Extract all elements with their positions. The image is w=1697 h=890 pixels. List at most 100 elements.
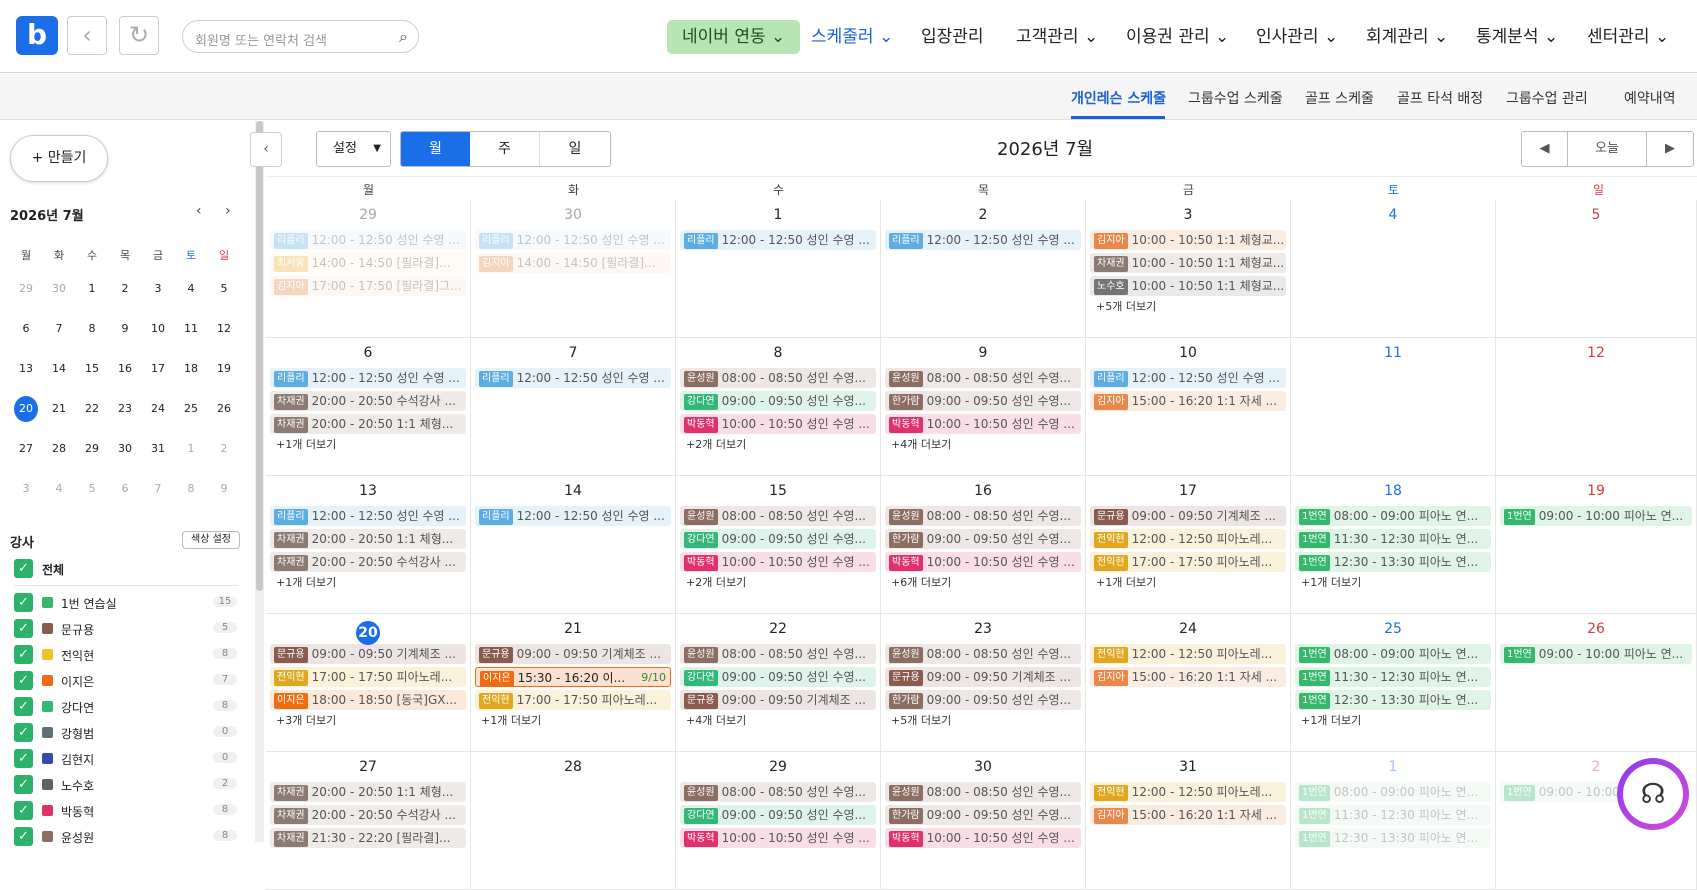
schedule-event[interactable]: 차재권 20:00 - 20:50 1:1 체형...: [270, 782, 466, 802]
mini-day[interactable]: 29: [80, 442, 104, 455]
mini-day[interactable]: 26: [212, 402, 236, 415]
schedule-event[interactable]: 한가람 09:00 - 09:50 성인 수영...: [885, 391, 1081, 411]
help-chat-button[interactable]: ☊: [1617, 758, 1689, 830]
day-cell[interactable]: 15 윤성원 08:00 - 08:50 성인 수영... 강다연 09:00 - 09…: [676, 476, 881, 614]
schedule-event[interactable]: 노수호 10:00 - 10:50 1:1 체형교...: [1090, 276, 1286, 296]
schedule-event[interactable]: 박동혁 10:00 - 10:50 성인 수영 ...: [680, 828, 876, 848]
schedule-event[interactable]: 리플리 12:00 - 12:50 성인 수영 ...: [475, 230, 671, 250]
more-events-link[interactable]: +1개 더보기: [1096, 574, 1156, 590]
more-events-link[interactable]: +5개 더보기: [891, 712, 951, 728]
schedule-event[interactable]: 박동혁 10:00 - 10:50 성인 수영 ...: [680, 414, 876, 434]
day-cell[interactable]: 27 차재권 20:00 - 20:50 1:1 체형... 차재권 20:00 - 2…: [266, 752, 471, 890]
schedule-event[interactable]: 박동혁 10:00 - 10:50 성인 수영 ...: [885, 414, 1081, 434]
mini-day[interactable]: 5: [212, 282, 236, 295]
schedule-event[interactable]: 1번연 12:30 - 13:30 피아노 연...: [1295, 690, 1491, 710]
top-menu-2[interactable]: 입장관리: [921, 20, 984, 54]
subtab-1[interactable]: 그룹수업 스케줄: [1188, 88, 1283, 108]
mini-day[interactable]: 13: [14, 362, 38, 375]
schedule-event[interactable]: 박동혁 10:00 - 10:50 성인 수영 ...: [885, 828, 1081, 848]
schedule-event[interactable]: 김지아 14:00 - 14:50 [필라결]...: [475, 253, 671, 273]
instructor-checkbox[interactable]: ✓: [14, 619, 33, 638]
schedule-event[interactable]: 문규용 09:00 - 09:50 기계체조 ...: [475, 644, 671, 664]
mini-day[interactable]: 16: [113, 362, 137, 375]
mini-day[interactable]: 20: [14, 396, 38, 422]
day-cell[interactable]: 13 리플리 12:00 - 12:50 성인 수영 ... 차재권 20:00 - 2…: [266, 476, 471, 614]
more-events-link[interactable]: +4개 더보기: [686, 712, 746, 728]
instructor-checkbox[interactable]: ✓: [14, 697, 33, 716]
mini-day[interactable]: 28: [47, 442, 71, 455]
day-cell[interactable]: 14 리플리 12:00 - 12:50 성인 수영 ...: [471, 476, 676, 614]
instructor-checkbox[interactable]: ✓: [14, 645, 33, 664]
instructor-checkbox[interactable]: ✓: [14, 723, 33, 742]
day-cell[interactable]: 9 윤성원 08:00 - 08:50 성인 수영... 한가람 09:00 - 09:…: [881, 338, 1086, 476]
top-menu-8[interactable]: 센터관리 ⌄: [1587, 20, 1669, 54]
mini-day[interactable]: 1: [80, 282, 104, 295]
schedule-event[interactable]: 한가람 09:00 - 09:50 성인 수영...: [885, 529, 1081, 549]
mini-day[interactable]: 2: [113, 282, 137, 295]
create-button[interactable]: + 만들기: [10, 135, 108, 182]
schedule-event[interactable]: 전익현 12:00 - 12:50 피아노레...: [1090, 782, 1286, 802]
mini-day[interactable]: 6: [14, 322, 38, 335]
mini-day[interactable]: 29: [14, 282, 38, 295]
sidebar-scrollbar[interactable]: [255, 121, 264, 842]
day-cell[interactable]: 17 문규용 09:00 - 09:50 기계체조 ... 전익현 12:00 - 12…: [1086, 476, 1291, 614]
mini-day[interactable]: 9: [113, 322, 137, 335]
instructor-checkbox[interactable]: ✓: [14, 671, 33, 690]
schedule-event[interactable]: 차재권 20:00 - 20:50 수석강사 ...: [270, 805, 466, 825]
day-cell[interactable]: 26 1번연 09:00 - 10:00 피아노 연...: [1496, 614, 1697, 752]
mini-day[interactable]: 12: [212, 322, 236, 335]
mini-day[interactable]: 10: [146, 322, 170, 335]
schedule-event[interactable]: 차재권 21:30 - 22:20 [필라결]...: [270, 828, 466, 848]
more-events-link[interactable]: +1개 더보기: [1301, 574, 1361, 590]
more-events-link[interactable]: +6개 더보기: [891, 574, 951, 590]
mini-day[interactable]: 27: [14, 442, 38, 455]
all-checkbox[interactable]: ✓: [14, 559, 33, 578]
back-button[interactable]: ‹: [67, 16, 107, 55]
day-cell[interactable]: 11: [1291, 338, 1496, 476]
schedule-event[interactable]: 리플리 12:00 - 12:50 성인 수영 ...: [475, 368, 671, 388]
schedule-event[interactable]: 1번연 08:00 - 09:00 피아노 연...: [1295, 782, 1491, 802]
mini-day[interactable]: 9: [212, 482, 236, 495]
day-cell[interactable]: 22 윤성원 08:00 - 08:50 성인 수영... 강다연 09:00 - 09…: [676, 614, 881, 752]
schedule-event[interactable]: 문규용 09:00 - 09:50 기계체조 ...: [270, 644, 466, 664]
more-events-link[interactable]: +3개 더보기: [276, 712, 336, 728]
mini-day[interactable]: 3: [146, 282, 170, 295]
mini-day[interactable]: 4: [47, 482, 71, 495]
instructor-checkbox[interactable]: ✓: [14, 801, 33, 820]
schedule-event[interactable]: 리플리 12:00 - 12:50 성인 수영 ...: [885, 230, 1081, 250]
day-cell[interactable]: 7 리플리 12:00 - 12:50 성인 수영 ...: [471, 338, 676, 476]
schedule-event[interactable]: 1번연 11:30 - 12:30 피아노 연...: [1295, 529, 1491, 549]
mini-day[interactable]: 19: [212, 362, 236, 375]
day-cell[interactable]: 1 리플리 12:00 - 12:50 성인 수영 ...: [676, 200, 881, 338]
instructor-checkbox[interactable]: ✓: [14, 775, 33, 794]
schedule-event[interactable]: 윤성원 08:00 - 08:50 성인 수영...: [680, 506, 876, 526]
schedule-event[interactable]: 김지아 15:00 - 16:20 1:1 자세 ...: [1090, 667, 1286, 687]
day-cell[interactable]: 10 리플리 12:00 - 12:50 성인 수영 ... 김지아 15:00 - 1…: [1086, 338, 1291, 476]
mini-day[interactable]: 4: [179, 282, 203, 295]
schedule-event[interactable]: 김지아 10:00 - 10:50 1:1 체형교...: [1090, 230, 1286, 250]
schedule-event[interactable]: 윤성원 08:00 - 08:50 성인 수영...: [680, 782, 876, 802]
mini-day[interactable]: 8: [179, 482, 203, 495]
schedule-event[interactable]: 윤성원 08:00 - 08:50 성인 수영...: [885, 368, 1081, 388]
schedule-event[interactable]: 박동혁 10:00 - 10:50 성인 수영 ...: [885, 552, 1081, 572]
schedule-event[interactable]: 이지은 15:30 - 16:20 이... 9/10: [475, 667, 671, 687]
schedule-event[interactable]: 김지아 15:00 - 16:20 1:1 자세 ...: [1090, 391, 1286, 411]
more-events-link[interactable]: +1개 더보기: [481, 712, 541, 728]
schedule-event[interactable]: 윤성원 08:00 - 08:50 성인 수영...: [680, 368, 876, 388]
mini-day[interactable]: 22: [80, 402, 104, 415]
more-events-link[interactable]: +1개 더보기: [276, 574, 336, 590]
mini-day[interactable]: 30: [47, 282, 71, 295]
day-cell[interactable]: 30 윤성원 08:00 - 08:50 성인 수영... 한가람 09:00 - 09…: [881, 752, 1086, 890]
day-cell[interactable]: 4: [1291, 200, 1496, 338]
instructor-checkbox[interactable]: ✓: [14, 593, 33, 612]
schedule-event[interactable]: 차재권 10:00 - 10:50 1:1 체형교...: [1090, 253, 1286, 273]
mini-day[interactable]: 7: [146, 482, 170, 495]
day-cell[interactable]: 30 리플리 12:00 - 12:50 성인 수영 ... 김지아 14:00 - 1…: [471, 200, 676, 338]
schedule-event[interactable]: 차재권 20:00 - 20:50 1:1 체형...: [270, 414, 466, 434]
schedule-event[interactable]: 윤성원 08:00 - 08:50 성인 수영...: [885, 782, 1081, 802]
subtab-5[interactable]: 예약내역: [1624, 88, 1676, 108]
mini-day[interactable]: 17: [146, 362, 170, 375]
schedule-event[interactable]: 김지아 17:00 - 17:50 [필라결]그...: [270, 276, 466, 296]
settings-dropdown[interactable]: 설정 ▼: [316, 131, 391, 167]
schedule-event[interactable]: 리플리 12:00 - 12:50 성인 수영 ...: [680, 230, 876, 250]
